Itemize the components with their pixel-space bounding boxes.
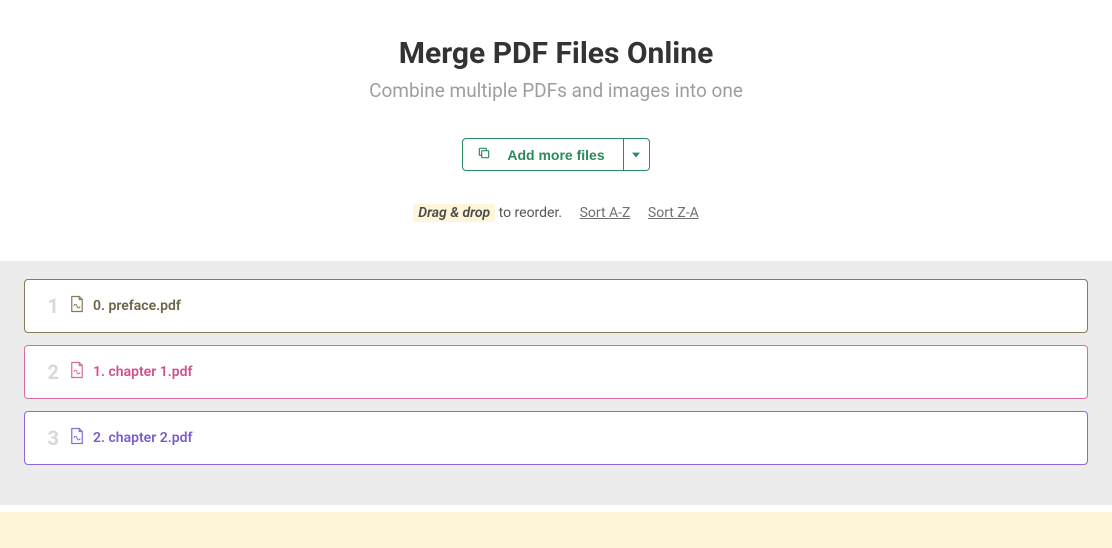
page-subtitle: Combine multiple PDFs and images into on… — [0, 79, 1112, 102]
caret-down-icon — [632, 147, 640, 162]
page-title: Merge PDF Files Online — [0, 36, 1112, 71]
file-name: 2. chapter 2.pdf — [93, 430, 192, 446]
pdf-file-icon — [69, 295, 85, 317]
add-files-group: Add more files — [462, 138, 649, 171]
sort-za-link[interactable]: Sort Z-A — [648, 205, 699, 221]
bottom-band — [0, 512, 1112, 548]
file-index: 1 — [37, 294, 59, 318]
add-more-files-button[interactable]: Add more files — [462, 138, 623, 171]
hint-row: Drag & drop to reorder. Sort A-Z Sort Z-… — [0, 205, 1112, 221]
file-name: 0. preface.pdf — [93, 298, 181, 314]
file-index: 3 — [37, 426, 59, 450]
file-row[interactable]: 2 1. chapter 1.pdf — [24, 345, 1088, 399]
pdf-file-icon — [69, 427, 85, 449]
file-row[interactable]: 1 0. preface.pdf — [24, 279, 1088, 333]
file-name: 1. chapter 1.pdf — [93, 364, 192, 380]
file-row[interactable]: 3 2. chapter 2.pdf — [24, 411, 1088, 465]
file-list: 1 0. preface.pdf 2 1. chapter 1.pdf 3 — [0, 261, 1112, 505]
sort-az-link[interactable]: Sort A-Z — [580, 205, 631, 221]
copy-icon — [477, 146, 491, 163]
file-index: 2 — [37, 360, 59, 384]
add-files-dropdown-button[interactable] — [624, 138, 650, 171]
drag-drop-hint: Drag & drop — [413, 204, 495, 222]
add-more-files-label: Add more files — [507, 147, 604, 163]
pdf-file-icon — [69, 361, 85, 383]
hint-rest: to reorder. — [495, 205, 562, 221]
